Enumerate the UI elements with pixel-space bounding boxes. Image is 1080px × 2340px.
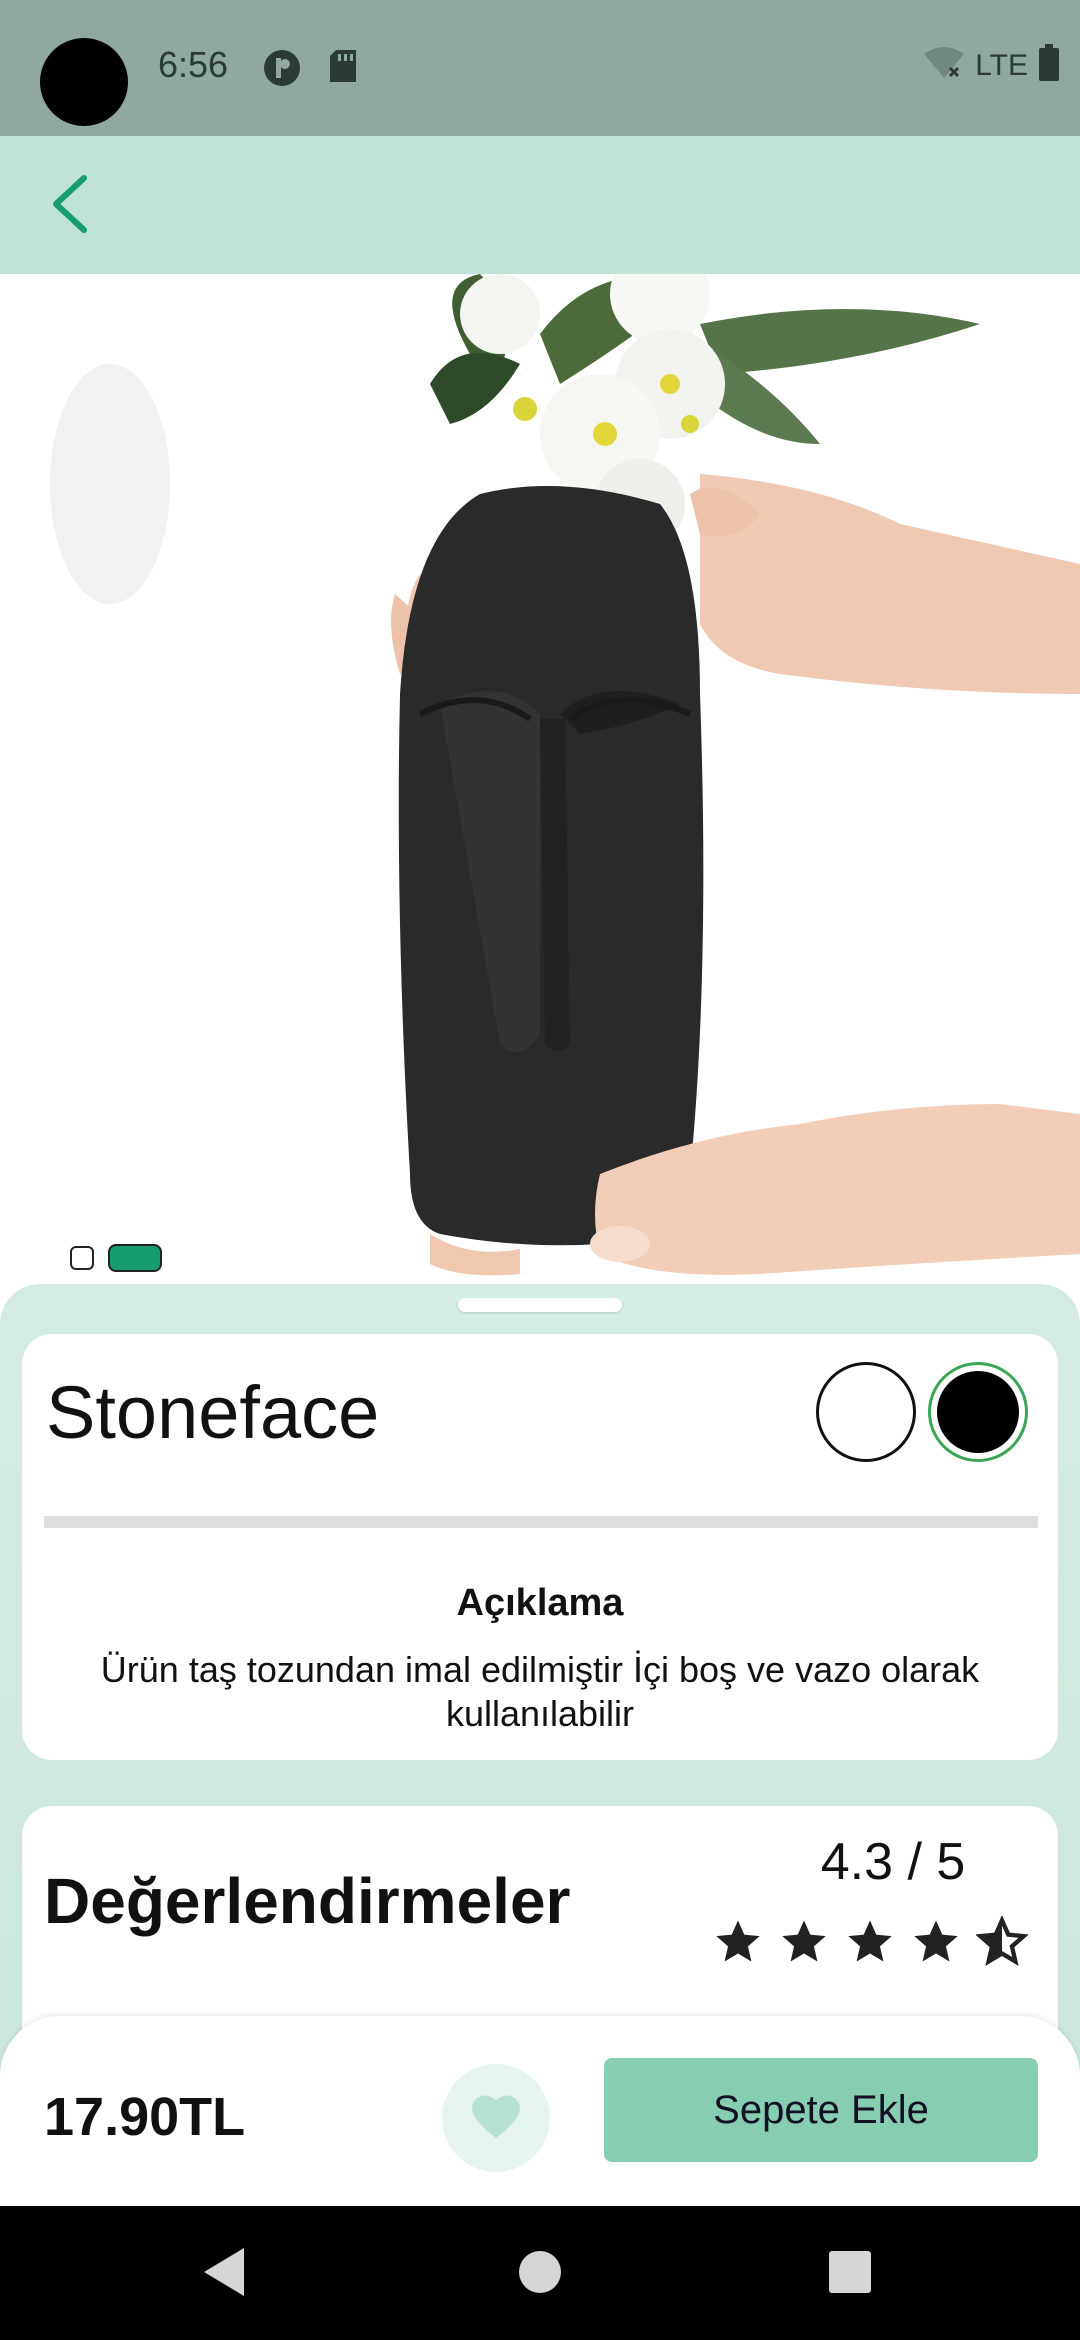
description-text: Ürün taş tozundan imal edilmiştir İçi bo… — [100, 1649, 980, 1734]
product-info-card: Stoneface Açıklama Ürün taş tozundan ima… — [22, 1334, 1058, 1760]
color-swatch-black[interactable] — [928, 1362, 1028, 1462]
reviews-title: Değerlendirmeler — [44, 1865, 571, 1937]
product-photo — [0, 274, 1080, 1284]
status-bar: 6:56 LTE — [0, 0, 1080, 136]
rating-stars — [712, 1914, 1029, 1973]
nav-home-icon[interactable] — [518, 2250, 562, 2299]
purchase-bar: 17.90TL Sepete Ekle — [0, 2016, 1080, 2206]
network-type: LTE — [975, 48, 1028, 82]
star-filled-icon — [844, 1916, 896, 1973]
color-swatch-black-fill — [937, 1371, 1019, 1453]
star-filled-icon — [910, 1916, 962, 1973]
carousel-dot-active[interactable] — [108, 1244, 162, 1272]
description-title: Açıklama — [456, 1582, 624, 1624]
nav-recents-icon[interactable] — [828, 2250, 872, 2299]
product-name: Stoneface — [46, 1371, 380, 1454]
app-notification-icon — [262, 48, 302, 93]
favorite-button[interactable] — [442, 2064, 550, 2172]
carousel-dot[interactable] — [70, 1246, 94, 1270]
heart-icon — [468, 2091, 524, 2146]
chevron-left-icon — [48, 174, 92, 239]
star-half-icon — [975, 1914, 1029, 1973]
wifi-off-icon — [923, 46, 965, 85]
add-to-cart-button[interactable]: Sepete Ekle — [604, 2058, 1038, 2162]
carousel-indicator — [70, 1244, 162, 1272]
product-price: 17.90TL — [44, 2087, 246, 2147]
camera-cutout — [40, 38, 128, 126]
divider — [44, 1516, 1038, 1528]
sd-card-icon — [328, 48, 358, 89]
nav-back-icon[interactable] — [200, 2246, 248, 2303]
color-swatch-white[interactable] — [816, 1362, 916, 1462]
system-navigation-bar — [0, 2206, 1080, 2340]
product-image-carousel[interactable] — [0, 274, 1080, 1284]
star-filled-icon — [778, 1916, 830, 1973]
status-time: 6:56 — [158, 44, 229, 85]
app-bar — [0, 136, 1080, 274]
back-button[interactable] — [30, 166, 110, 246]
sheet-drag-handle[interactable] — [458, 1298, 622, 1312]
rating-value: 4.3 / 5 — [820, 1833, 966, 1891]
star-filled-icon — [712, 1916, 764, 1973]
battery-icon — [1038, 44, 1060, 87]
